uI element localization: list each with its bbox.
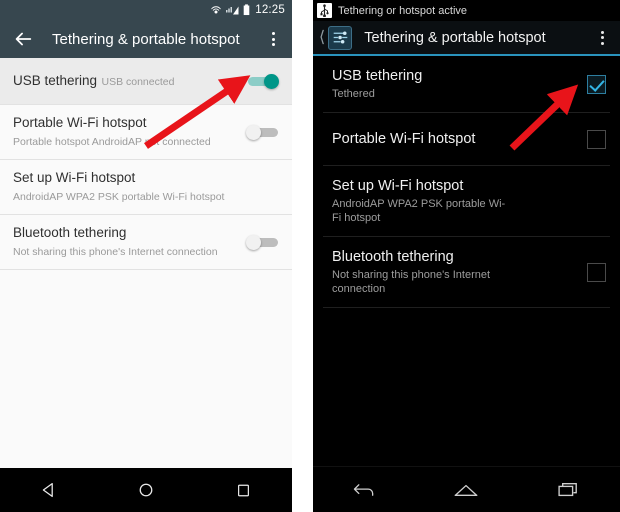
nav-recents-square-icon[interactable] [221,468,265,512]
list-item-usb-tethering[interactable]: USB tethering Tethered [313,56,620,112]
list-item-subtitle: AndroidAP WPA2 PSK portable Wi-Fi hotspo… [13,191,225,203]
list-item-title: Bluetooth tethering [332,249,454,265]
page-title: Tethering & portable hotspot [52,30,240,48]
nav-home-icon[interactable] [441,467,491,512]
right-navigation-bar [313,466,620,512]
list-item-subtitle: Portable hotspot AndroidAP not connected [13,136,211,148]
divider [323,307,610,308]
list-item-title: Portable Wi-Fi hotspot [13,115,147,130]
list-item-bluetooth-tethering[interactable]: Bluetooth tethering Not sharing this pho… [0,215,292,269]
divider [0,269,292,270]
back-chevron-icon[interactable]: ⟨ [317,29,328,46]
right-phone-screenshot: Tethering or hotspot active ⟨ Tethering … [313,0,620,512]
list-item-bluetooth-tethering[interactable]: Bluetooth tethering Not sharing this pho… [313,237,620,307]
left-phone-screenshot: 12:25 Tethering & portable hotspot USB t… [0,0,292,512]
battery-icon [243,4,250,16]
portable-hotspot-checkbox[interactable] [587,129,606,149]
list-item-title: Set up Wi-Fi hotspot [13,170,136,185]
left-navigation-bar [0,468,292,512]
list-item-subtitle: AndroidAP WPA2 PSK portable Wi-Fi hotspo… [332,198,506,224]
left-app-bar: Tethering & portable hotspot [0,20,292,58]
back-arrow-icon[interactable] [12,28,34,50]
list-item-title: USB tethering [332,68,423,84]
notification-text: Tethering or hotspot active [338,4,468,17]
list-item-portable-hotspot[interactable]: Portable Wi-Fi hotspot Portable hotspot … [0,105,292,159]
overflow-menu-icon[interactable] [594,26,610,50]
right-status-bar: Tethering or hotspot active [313,0,620,21]
usb-tethering-icon [317,3,332,18]
list-item-subtitle: Not sharing this phone's Internet connec… [332,269,491,295]
list-item-portable-hotspot[interactable]: Portable Wi-Fi hotspot [313,113,620,165]
switch-knob [246,125,261,140]
page-title: Tethering & portable hotspot [364,29,546,46]
right-app-bar: ⟨ Tethering & portable hotspot [313,21,620,56]
list-item-title: USB tethering [13,73,98,88]
list-item-subtitle: USB connected [101,76,175,88]
nav-back-arrow-icon[interactable] [339,467,389,512]
list-item-set-up-hotspot[interactable]: Set up Wi-Fi hotspot AndroidAP WPA2 PSK … [0,160,292,214]
bluetooth-tethering-checkbox[interactable] [587,262,606,282]
settings-sliders-icon[interactable] [328,25,353,50]
signal-icon [226,5,239,16]
list-item-subtitle: Not sharing this phone's Internet connec… [13,246,218,258]
left-status-bar: 12:25 [0,0,292,20]
bluetooth-tethering-switch[interactable] [246,232,280,252]
list-item-subtitle: Tethered [332,88,375,100]
nav-recents-icon[interactable] [544,467,594,512]
usb-tethering-checkbox[interactable] [587,74,606,94]
switch-knob [246,235,261,250]
overflow-menu-icon[interactable] [264,28,282,50]
list-item-usb-tethering[interactable]: USB tethering USB connected [0,58,292,104]
nav-back-triangle-icon[interactable] [27,468,71,512]
list-item-title: Portable Wi-Fi hotspot [332,131,476,147]
nav-home-circle-icon[interactable] [124,468,168,512]
list-item-title: Set up Wi-Fi hotspot [332,178,464,194]
status-bar-clock: 12:25 [255,4,285,16]
portable-hotspot-switch[interactable] [246,122,280,142]
switch-knob [264,74,279,89]
list-item-set-up-hotspot[interactable]: Set up Wi-Fi hotspot AndroidAP WPA2 PSK … [313,166,620,236]
usb-tethering-switch[interactable] [246,71,280,91]
right-settings-list: USB tethering Tethered Portable Wi-Fi ho… [313,56,620,308]
hotspot-icon [210,4,222,16]
list-item-title: Bluetooth tethering [13,225,127,240]
left-settings-list: USB tethering USB connected Portable Wi-… [0,58,292,270]
